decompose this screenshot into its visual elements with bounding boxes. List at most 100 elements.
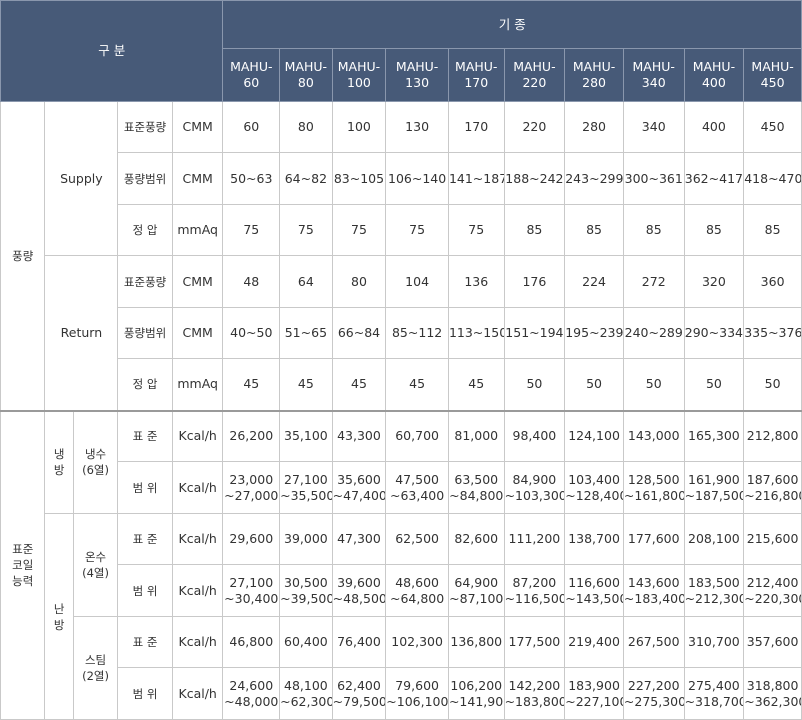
- value-cell: 85: [683, 204, 745, 256]
- coil-label: 표준 코일 능력: [0, 409, 46, 720]
- value-cell: 87,200 ~116,500: [503, 564, 566, 617]
- value-cell: 30,500 ~39,500: [279, 564, 333, 617]
- value-cell: 50: [622, 358, 685, 411]
- model-header: MAHU- 400: [683, 48, 745, 102]
- value-cell: 75: [447, 204, 505, 256]
- value-cell: 195~239: [564, 307, 624, 359]
- airflow-label: 풍량: [0, 101, 46, 411]
- value-cell: 66~84: [331, 307, 387, 359]
- value-cell: 220: [503, 101, 566, 153]
- value-cell: 208,100: [683, 513, 745, 565]
- value-cell: 161,900 ~187,500: [683, 461, 745, 514]
- row-item: 범 위: [117, 667, 173, 720]
- row-item: 표준풍량: [117, 255, 173, 308]
- value-cell: 35,600 ~47,400: [331, 461, 387, 514]
- row-item: 표 준: [117, 409, 173, 462]
- value-cell: 188~242: [503, 152, 566, 205]
- value-cell: 360: [743, 255, 802, 308]
- value-cell: 64~82: [279, 152, 333, 205]
- row-item: 범 위: [117, 564, 173, 617]
- value-cell: 80: [331, 255, 387, 308]
- value-cell: 62,400 ~79,500: [331, 667, 387, 720]
- value-cell: 151~194: [503, 307, 566, 359]
- value-cell: 318,800 ~362,300: [743, 667, 802, 720]
- table-body: 풍량 Supply 표준풍량 CMM 60 80 100 130 170 220 280 34…: [0, 101, 802, 720]
- header-model-group: 기 종: [222, 0, 802, 49]
- cooling-label: 냉 방: [44, 409, 74, 514]
- value-cell: 450: [743, 101, 802, 153]
- value-cell: 63,500 ~84,800: [447, 461, 505, 514]
- row-item: 표 준: [117, 513, 173, 565]
- row-item: 정 압: [117, 204, 173, 256]
- value-cell: 272: [622, 255, 685, 308]
- value-cell: 47,500 ~63,400: [385, 461, 449, 514]
- value-cell: 50~63: [222, 152, 281, 205]
- value-cell: 177,600: [622, 513, 685, 565]
- value-cell: 50: [564, 358, 624, 411]
- value-cell: 400: [683, 101, 745, 153]
- value-cell: 23,000 ~27,000: [222, 461, 281, 514]
- value-cell: 75: [279, 204, 333, 256]
- value-cell: 60,700: [385, 409, 449, 462]
- value-cell: 267,500: [622, 616, 685, 668]
- value-cell: 130: [385, 101, 449, 153]
- value-cell: 102,300: [385, 616, 449, 668]
- value-cell: 138,700: [564, 513, 624, 565]
- model-header: MAHU- 60: [222, 48, 281, 102]
- value-cell: 48,600 ~64,800: [385, 564, 449, 617]
- value-cell: 82,600: [447, 513, 505, 565]
- value-cell: 45: [447, 358, 505, 411]
- value-cell: 224: [564, 255, 624, 308]
- value-cell: 187,600 ~216,800: [743, 461, 802, 514]
- value-cell: 143,000: [622, 409, 685, 462]
- value-cell: 142,200 ~183,800: [503, 667, 566, 720]
- return-label: Return: [44, 255, 119, 411]
- model-header: MAHU- 340: [622, 48, 685, 102]
- value-cell: 362~417: [683, 152, 745, 205]
- value-cell: 275,400 ~318,700: [683, 667, 745, 720]
- value-cell: 280: [564, 101, 624, 153]
- value-cell: 111,200: [503, 513, 566, 565]
- value-cell: 75: [385, 204, 449, 256]
- value-cell: 64,900 ~87,100: [447, 564, 505, 617]
- value-cell: 85: [503, 204, 566, 256]
- value-cell: 106~140: [385, 152, 449, 205]
- value-cell: 85: [622, 204, 685, 256]
- value-cell: 141~187: [447, 152, 505, 205]
- value-cell: 124,100: [564, 409, 624, 462]
- value-cell: 103,400 ~128,400: [564, 461, 624, 514]
- row-item: 범 위: [117, 461, 173, 514]
- value-cell: 320: [683, 255, 745, 308]
- row-unit: CMM: [171, 255, 224, 308]
- value-cell: 227,200 ~275,300: [622, 667, 685, 720]
- row-unit: Kcal/h: [171, 667, 224, 720]
- value-cell: 51~65: [279, 307, 333, 359]
- value-cell: 100: [331, 101, 387, 153]
- value-cell: 116,600 ~143,500: [564, 564, 624, 617]
- value-cell: 85: [564, 204, 624, 256]
- row-item: 표준풍량: [117, 101, 173, 153]
- value-cell: 335~376: [743, 307, 802, 359]
- row-unit: Kcal/h: [171, 616, 224, 668]
- model-header: MAHU- 220: [503, 48, 566, 102]
- value-cell: 310,700: [683, 616, 745, 668]
- header-category: 구 분: [0, 0, 224, 102]
- chilled-water-label: 냉수 (6열): [72, 409, 119, 514]
- value-cell: 300~361: [622, 152, 685, 205]
- value-cell: 418~470: [743, 152, 802, 205]
- value-cell: 75: [331, 204, 387, 256]
- model-header: MAHU- 170: [447, 48, 505, 102]
- heating-label: 난 방: [44, 513, 74, 720]
- row-unit: Kcal/h: [171, 461, 224, 514]
- value-cell: 136: [447, 255, 505, 308]
- row-item: 정 압: [117, 358, 173, 411]
- model-header: MAHU- 80: [279, 48, 333, 102]
- value-cell: 170: [447, 101, 505, 153]
- value-cell: 26,200: [222, 409, 281, 462]
- value-cell: 27,100 ~35,500: [279, 461, 333, 514]
- value-cell: 35,100: [279, 409, 333, 462]
- value-cell: 98,400: [503, 409, 566, 462]
- row-unit: Kcal/h: [171, 564, 224, 617]
- spec-table: 구 분 기 종 MAHU- 60 MAHU- 80 MAHU- 100 MAHU…: [0, 0, 802, 720]
- value-cell: 43,300: [331, 409, 387, 462]
